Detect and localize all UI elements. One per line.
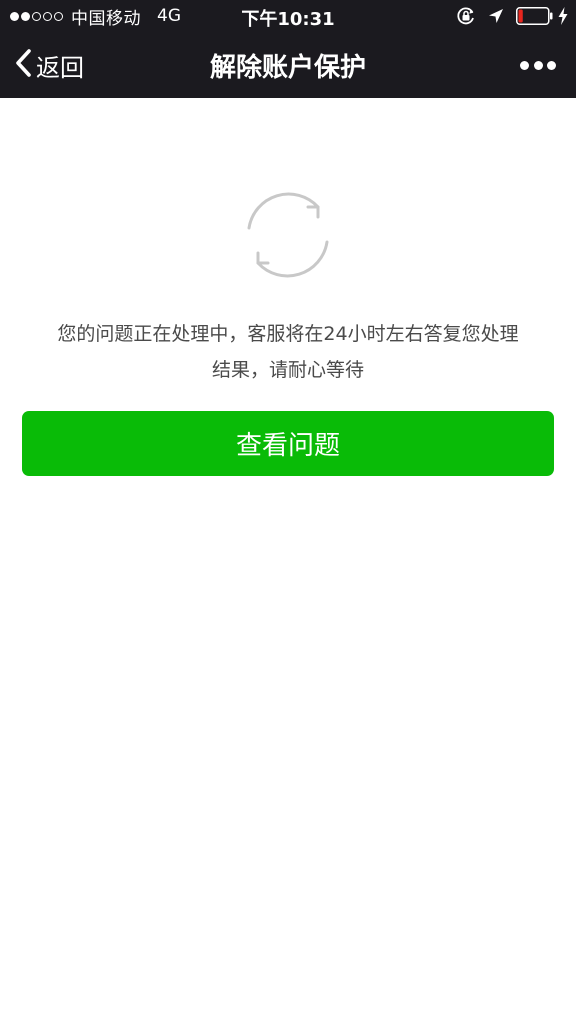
page-title: 解除账户保护 <box>209 53 366 83</box>
status-message-line: 结果，请耐心等待 <box>211 359 364 381</box>
status-message: 您的问题正在处理中，客服将在24小时左右答复您处理 结果，请耐心等待 <box>20 316 556 388</box>
view-question-button[interactable]: 查看问题 <box>22 411 554 476</box>
more-dot <box>520 60 529 70</box>
main-content: 您的问题正在处理中，客服将在24小时左右答复您处理 结果，请耐心等待 查看问题 <box>0 98 576 1024</box>
charging-bolt-icon <box>558 7 568 25</box>
navigation-bar: 返回 解除账户保护 <box>0 32 576 98</box>
more-dots-icon[interactable] <box>520 55 556 75</box>
location-arrow-icon <box>488 8 504 24</box>
more-dot <box>533 60 543 70</box>
battery-icon <box>516 7 554 25</box>
refresh-icon <box>238 188 338 282</box>
status-right <box>456 5 568 27</box>
status-bar: 中国移动 4G 下午10:31 <box>0 0 576 32</box>
status-message-line: 您的问题正在处理中，客服将在24小时左右答复您处理 <box>57 323 519 345</box>
orientation-lock-icon <box>456 6 476 26</box>
more-dot <box>547 60 556 70</box>
